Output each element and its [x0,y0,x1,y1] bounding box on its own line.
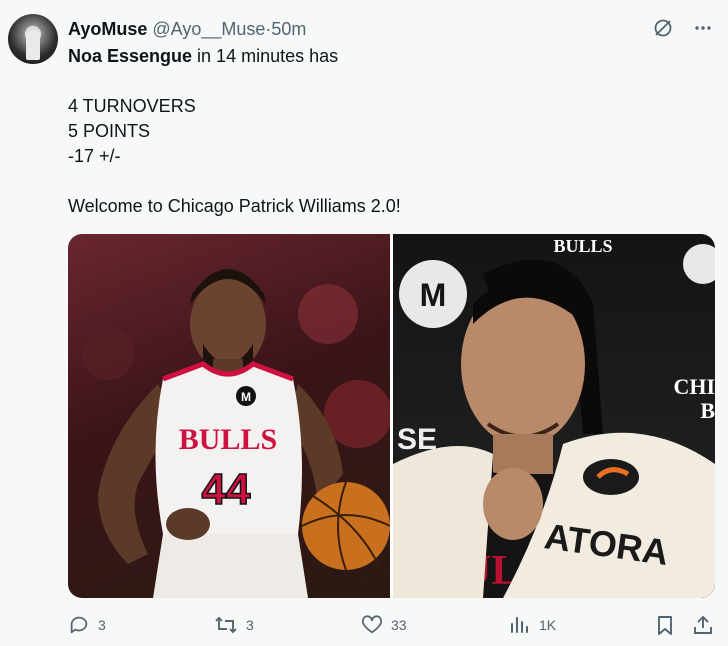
side-text-2: B [700,398,715,423]
like-count: 33 [391,617,407,633]
photo-player-dribbling[interactable]: BULLS 44 M [68,234,390,598]
repost-button[interactable]: 3 [214,612,254,638]
jersey-text: BULLS [179,423,277,456]
sponsor-logo: M [241,390,251,404]
views-icon [511,617,528,633]
views-button[interactable]: 1K [509,612,556,638]
like-icon [361,615,383,634]
share-button[interactable] [692,612,714,638]
reply-count: 3 [98,617,106,633]
top-actions [652,17,714,39]
backdrop-logo: M [420,277,447,313]
action-bar: 3 3 33 1K [68,612,718,638]
like-button[interactable]: 33 [361,612,407,638]
bookmark-button[interactable] [654,612,676,638]
banner-text: BULLS [553,236,612,256]
display-name[interactable]: AyoMuse [68,19,147,39]
avatar[interactable] [8,14,58,64]
post-header: AyoMuse @Ayo__Muse·50m [68,18,306,40]
repost-icon [215,616,237,634]
timestamp[interactable]: 50m [271,19,306,39]
mention-player: Noa Essengue [68,46,193,66]
media-grid: BULLS 44 M M BULLS CHI B SE ATORA [68,234,715,598]
post-body: in 14 minutes has 4 TURNOVERS 5 POINTS -… [68,46,401,216]
post-text: Noa Essengue in 14 minutes has 4 TURNOVE… [68,44,708,219]
repost-count: 3 [246,617,254,633]
reply-icon [70,616,88,634]
share-icon [694,615,712,634]
grok-icon[interactable] [652,17,674,39]
views-count: 1K [539,617,557,633]
photo-player-interview[interactable]: M BULLS CHI B SE BUL ATORA [393,234,715,598]
side-text-1: CHI [673,374,715,399]
jersey-number: 44 [202,465,251,514]
reply-button[interactable]: 3 [68,612,106,638]
handle[interactable]: @Ayo__Muse [152,19,265,39]
more-icon[interactable] [692,17,714,39]
bookmark-icon [658,616,672,635]
